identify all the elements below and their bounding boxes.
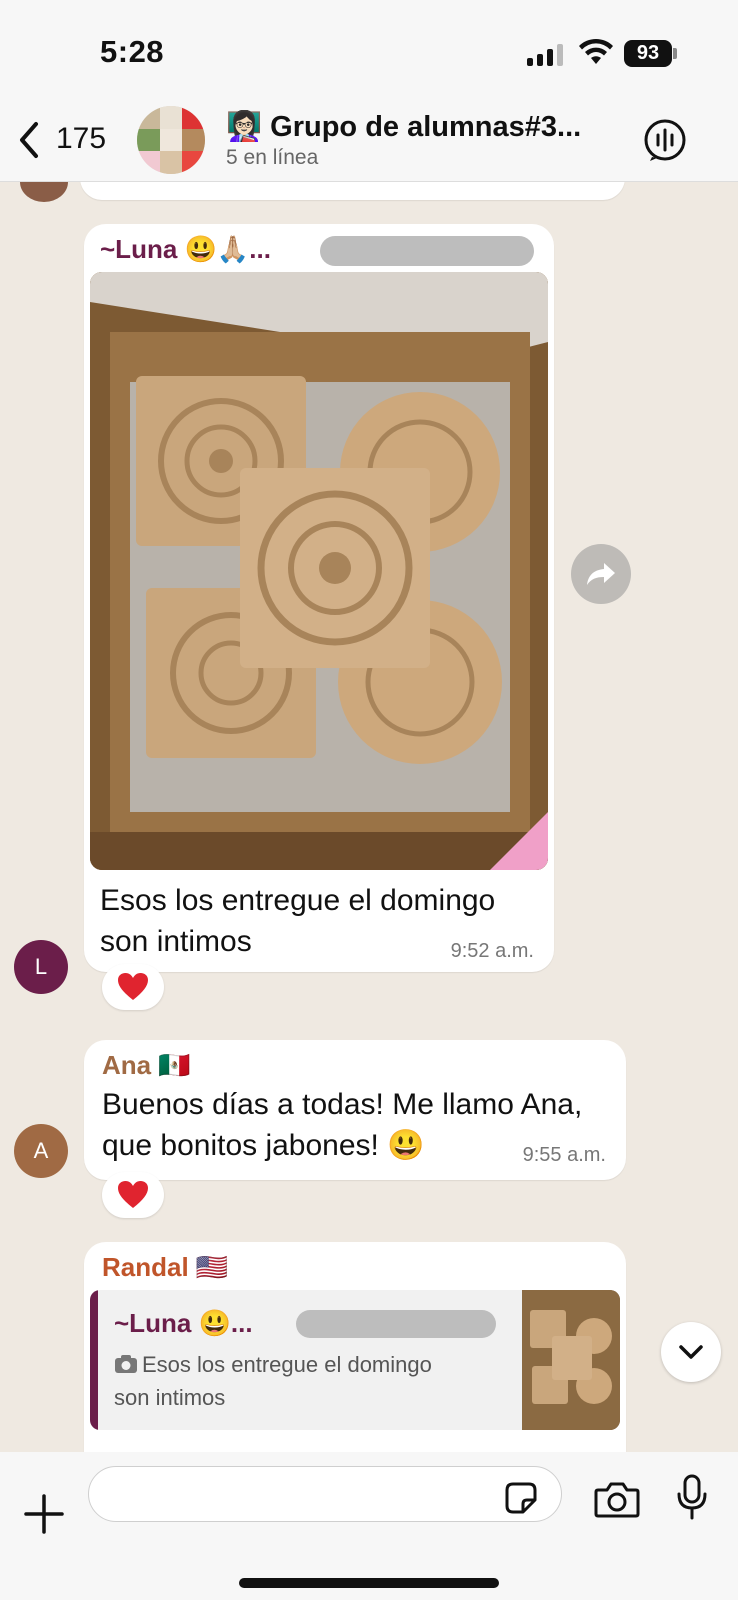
online-status: 5 en línea: [226, 146, 319, 169]
soap-box-image: [90, 272, 548, 870]
quoted-message[interactable]: ~Luna 😃... Esos los entregue el domingo …: [90, 1290, 620, 1430]
avatar[interactable]: L: [14, 940, 68, 994]
message-input[interactable]: [88, 1466, 562, 1522]
quote-sender: ~Luna 😃...: [114, 1308, 253, 1338]
status-bar: 5:28 93: [0, 0, 738, 100]
previous-message-bubble[interactable]: [80, 182, 625, 200]
message-time: 9:55 a.m.: [522, 1144, 606, 1166]
battery-icon: 93: [624, 40, 672, 67]
forward-arrow-icon: [587, 563, 615, 585]
plus-icon[interactable]: [24, 1494, 64, 1534]
message-text: Esos los entregue el domingo son intimos: [100, 884, 496, 958]
status-time: 5:28: [100, 34, 165, 69]
heart-icon: [118, 1181, 148, 1208]
chat-area[interactable]: ~Luna 😃🙏🏼... Esos los entregue el doming…: [0, 182, 738, 1452]
sender-name[interactable]: ~Luna 😃🙏🏼...: [100, 234, 271, 265]
group-avatar[interactable]: [137, 106, 205, 174]
reaction-heart[interactable]: [102, 1172, 164, 1218]
camera-icon: [115, 1355, 137, 1373]
group-title[interactable]: 👩🏻‍🏫 Grupo de alumnas#3...: [226, 110, 606, 144]
message-bubble-ana[interactable]: Ana 🇲🇽 Buenos días a todas! Me llamo Ana…: [84, 1040, 626, 1180]
home-indicator: [239, 1578, 499, 1588]
message-bubble-randal[interactable]: Randal 🇺🇸 ~Luna 😃... Esos los entregue e…: [84, 1242, 626, 1452]
redacted-phone: [320, 236, 534, 266]
forward-button[interactable]: [571, 544, 631, 604]
wifi-icon: [579, 38, 613, 64]
cellular-signal-icon: [527, 42, 563, 66]
sender-name[interactable]: Ana 🇲🇽: [102, 1050, 191, 1081]
sender-name[interactable]: Randal 🇺🇸: [102, 1252, 228, 1283]
quote-text: Esos los entregue el domingo son intimos: [114, 1352, 432, 1410]
soap-photo[interactable]: [90, 272, 548, 870]
group-call-icon[interactable]: [643, 118, 687, 162]
quote-accent-bar: [90, 1290, 98, 1430]
avatar[interactable]: [20, 182, 68, 202]
chat-header: 175 👩🏻‍🏫 Grupo de alumnas#3... 5 en líne…: [0, 100, 738, 182]
message-time: 9:52 a.m.: [450, 940, 534, 962]
microphone-icon[interactable]: [676, 1474, 708, 1520]
avatar[interactable]: A: [14, 1124, 68, 1178]
message-text: Buenos días a todas! Me llamo Ana, que b…: [102, 1088, 583, 1162]
scroll-to-bottom-button[interactable]: [661, 1322, 721, 1382]
message-bubble-luna[interactable]: ~Luna 😃🙏🏼... Esos los entregue el doming…: [84, 224, 554, 972]
heart-icon: [118, 973, 148, 1000]
chevron-down-icon: [679, 1345, 703, 1359]
reaction-heart[interactable]: [102, 964, 164, 1010]
chevron-left-icon[interactable]: [14, 120, 44, 160]
redacted-phone: [296, 1310, 496, 1338]
camera-icon[interactable]: [594, 1480, 640, 1518]
back-unread-count[interactable]: 175: [56, 122, 106, 156]
quote-thumbnail: [522, 1290, 620, 1430]
battery-cap: [673, 48, 677, 59]
sticker-icon[interactable]: [503, 1480, 539, 1516]
